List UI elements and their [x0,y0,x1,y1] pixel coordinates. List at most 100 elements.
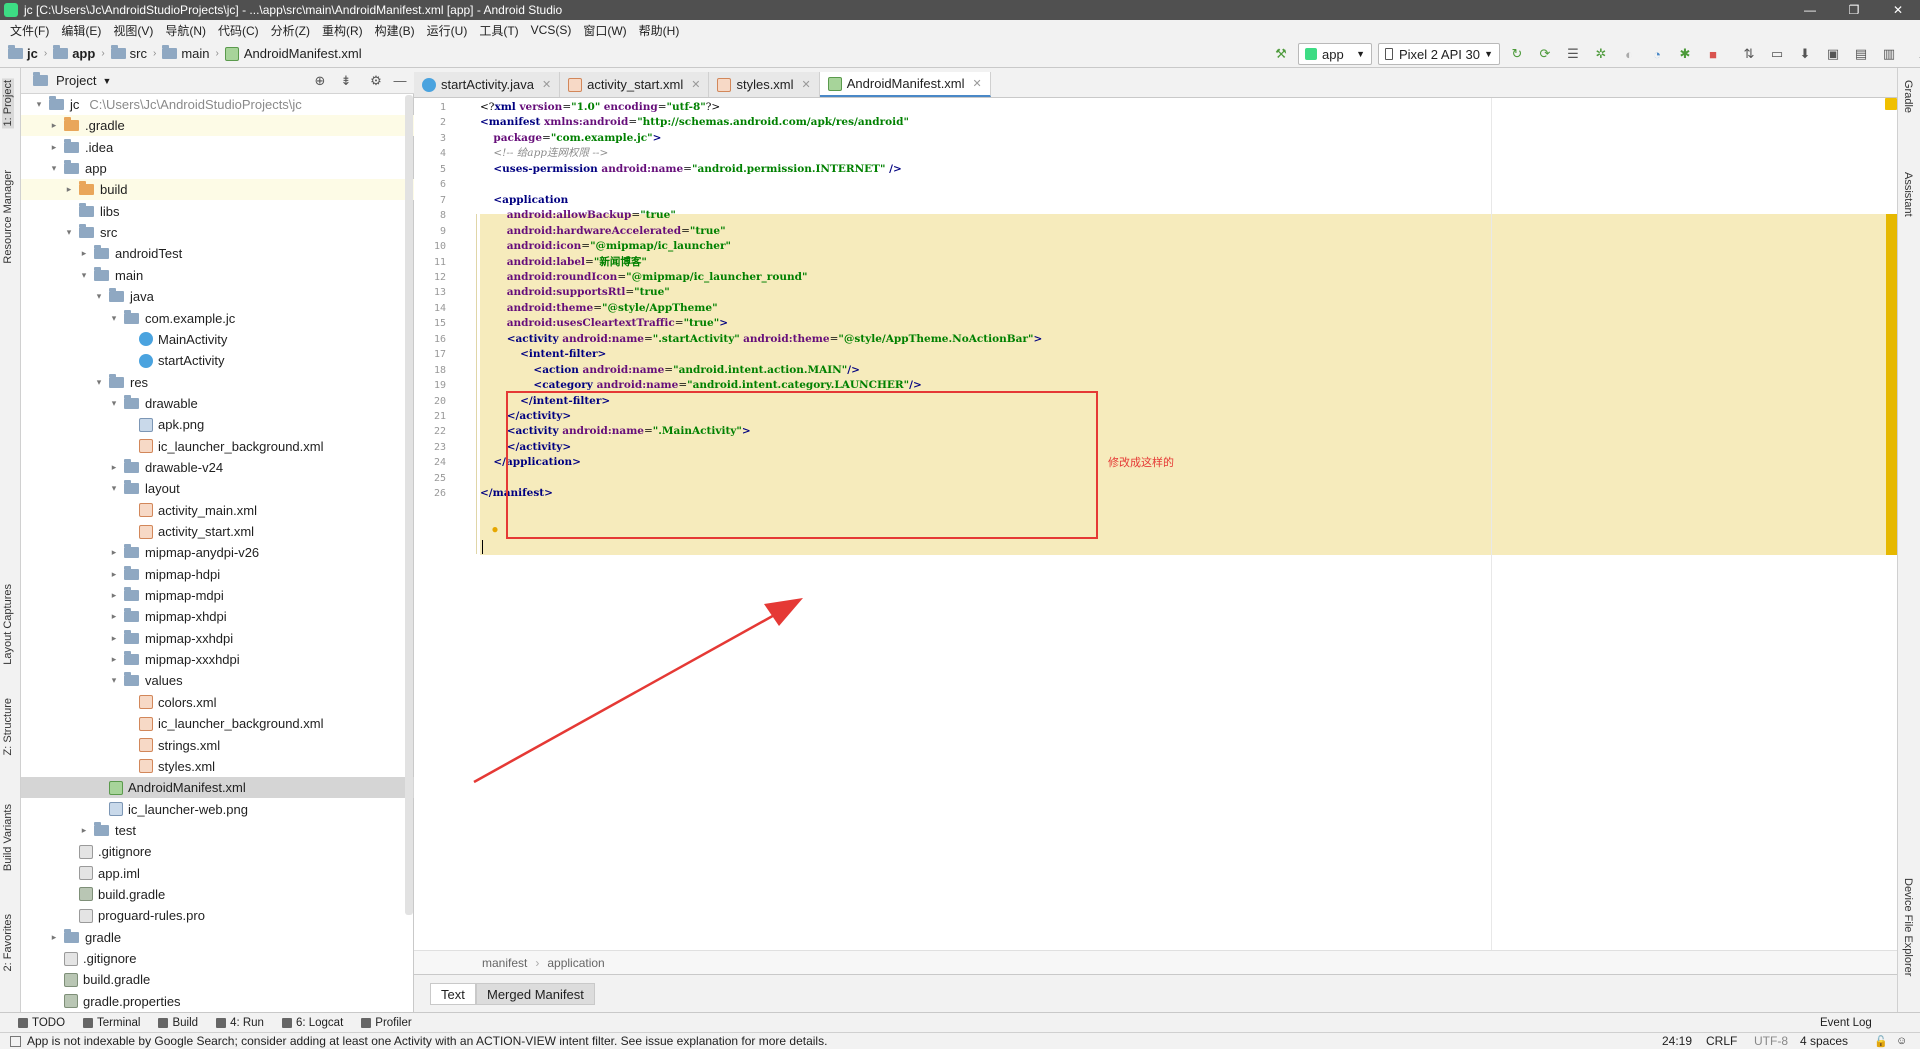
tree-item[interactable]: AndroidManifest.xml [21,777,414,799]
breadcrumb-item[interactable]: app › [53,45,110,61]
chevron-right-icon[interactable]: ▸ [108,633,120,644]
close-tab-icon[interactable]: ✕ [542,78,551,91]
menu-item[interactable]: VCS(S) [525,23,578,37]
chevron-down-icon[interactable]: ▼ [102,76,111,86]
build-hammer-icon[interactable]: ⚒ [1270,43,1292,65]
tab-gradle[interactable]: Gradle [1902,80,1914,113]
close-tab-icon[interactable]: ✕ [973,77,982,90]
close-tab-icon[interactable]: ✕ [802,78,811,91]
tree-item[interactable]: apk.png [21,414,414,435]
chevron-right-icon[interactable]: ▸ [78,248,90,259]
stop-icon[interactable]: ■ [1702,43,1724,65]
tree-item[interactable]: ▸ mipmap-hdpi [21,564,414,585]
project-view-select[interactable]: Project [56,73,96,88]
tree-scrollbar[interactable] [405,95,413,915]
profile-icon[interactable]: ◔ [1646,43,1668,65]
tree-item[interactable]: ▾ values [21,670,414,691]
editor-tab[interactable]: styles.xml ✕ [709,72,820,97]
inspection-status-icon[interactable] [1885,98,1897,110]
editor-tab[interactable]: AndroidManifest.xml ✕ [819,72,991,97]
tab-favorites[interactable]: 2: Favorites [2,914,14,971]
sdk-manager-icon[interactable]: ⬇ [1794,43,1816,65]
close-tab-icon[interactable]: ✕ [691,78,700,91]
menu-item[interactable]: 重构(R) [316,22,369,39]
chevron-down-icon[interactable]: ▾ [108,675,120,686]
tree-item[interactable]: ▸ mipmap-anydpi-v26 [21,542,414,563]
tab-layout-captures[interactable]: Layout Captures [2,584,14,665]
avd-manager-icon[interactable]: ▭ [1766,43,1788,65]
chevron-right-icon[interactable]: ▸ [48,120,60,131]
code-editor[interactable]: 1 2 3 4 5 6 7 8 9 10 11 12 13 14 15 16 17 18 19 20 21 22 23 24 2… [414,98,1897,950]
tree-item[interactable]: colors.xml [21,692,414,713]
chevron-down-icon[interactable]: ▾ [93,291,105,302]
tree-item[interactable]: styles.xml [21,756,414,777]
tree-item[interactable]: ▸ androidTest [21,243,414,264]
chevron-right-icon[interactable]: ▸ [108,462,120,473]
tab-structure[interactable]: Z: Structure [2,698,14,755]
tab-device-file-explorer[interactable]: Device File Explorer [1902,878,1914,976]
chevron-down-icon[interactable]: ▾ [108,313,120,324]
tree-item[interactable]: ▾ main [21,265,414,286]
chevron-down-icon[interactable]: ▾ [93,377,105,388]
chevron-right-icon[interactable]: ▸ [48,142,60,153]
file-encoding[interactable]: UTF-8 [1754,1034,1788,1048]
caret-position[interactable]: 24:19 [1662,1034,1692,1048]
device-manager-icon[interactable]: ▥ [1878,43,1900,65]
debug-icon[interactable]: ✲ [1590,43,1612,65]
close-button[interactable]: ✕ [1876,0,1920,20]
breadcrumb-item[interactable]: main › [162,45,225,61]
run-tests-icon[interactable]: ☰ [1562,43,1584,65]
tree-item[interactable]: ▸ test [21,820,414,841]
menu-item[interactable]: 视图(V) [107,22,159,39]
run-config-select[interactable]: app ▼ [1298,43,1372,65]
tree-item[interactable]: ▾ com.example.jc [21,308,414,329]
device-select[interactable]: Pixel 2 API 30 ▼ [1378,43,1500,65]
tree-item[interactable]: ▸ .gradle [21,115,414,137]
breadcrumb-item[interactable]: AndroidManifest.xml [224,46,362,61]
editor-tab[interactable]: startActivity.java ✕ [414,72,561,97]
collapse-all-icon[interactable]: ⇟ [335,70,357,92]
chevron-right-icon[interactable]: ▸ [48,932,60,943]
tree-item[interactable]: .gitignore [21,948,414,969]
layout-inspector-icon[interactable]: ▣ [1822,43,1844,65]
status-toggle-icon[interactable] [10,1035,21,1047]
tab-merged-manifest[interactable]: Merged Manifest [476,983,595,1005]
chevron-right-icon[interactable]: ▸ [78,825,90,836]
chevron-down-icon[interactable]: ▾ [63,227,75,238]
tree-item[interactable]: .gitignore [21,841,414,862]
tree-item[interactable]: proguard-rules.pro [21,905,414,926]
menu-item[interactable]: 代码(C) [212,22,265,39]
tree-item[interactable]: ▸ mipmap-xxxhdpi [21,649,414,670]
event-log-button[interactable]: Event Log [1820,1017,1872,1029]
menu-item[interactable]: 文件(F) [4,22,55,39]
menu-item[interactable]: 帮助(H) [633,22,686,39]
project-structure-icon[interactable]: ▤ [1850,43,1872,65]
apply-changes-restart-icon[interactable]: ↻ [1506,43,1528,65]
tab-project[interactable]: 1: Project [2,78,14,129]
editor-tab[interactable]: activity_start.xml ✕ [560,72,710,97]
lock-icon[interactable]: 🔓 [1874,1035,1888,1048]
tree-item[interactable]: ▸ mipmap-xhdpi [21,606,414,627]
tab-assistant[interactable]: Assistant [1902,172,1914,217]
tree-item[interactable]: activity_start.xml [21,521,414,542]
tree-item[interactable]: ▾ app [21,158,414,179]
tree-item[interactable]: activity_main.xml [21,500,414,521]
chevron-down-icon[interactable]: ▾ [78,270,90,281]
tree-item[interactable]: ic_launcher_background.xml [21,436,414,457]
tree-item[interactable]: ▾ jc C:\Users\Jc\AndroidStudioProjects\jc [21,94,414,115]
attach-debugger-icon[interactable]: ✱ [1674,43,1696,65]
menu-item[interactable]: 导航(N) [159,22,212,39]
tree-item[interactable]: ▾ drawable [21,393,414,414]
coverage-icon[interactable]: ◐ [1618,43,1640,65]
tree-item[interactable]: ▸ mipmap-mdpi [21,585,414,606]
tool-window-button[interactable]: Profiler [361,1017,412,1029]
chevron-down-icon[interactable]: ▾ [108,398,120,409]
chevron-down-icon[interactable]: ▾ [108,483,120,494]
chevron-down-icon[interactable]: ▾ [48,163,60,174]
breadcrumb-application[interactable]: application [547,956,604,970]
tree-item[interactable]: build.gradle [21,884,414,905]
tool-window-button[interactable]: TODO [18,1017,65,1029]
menu-item[interactable]: 窗口(W) [577,22,632,39]
tree-item[interactable]: app.iml [21,863,414,884]
menu-item[interactable]: 运行(U) [421,22,474,39]
